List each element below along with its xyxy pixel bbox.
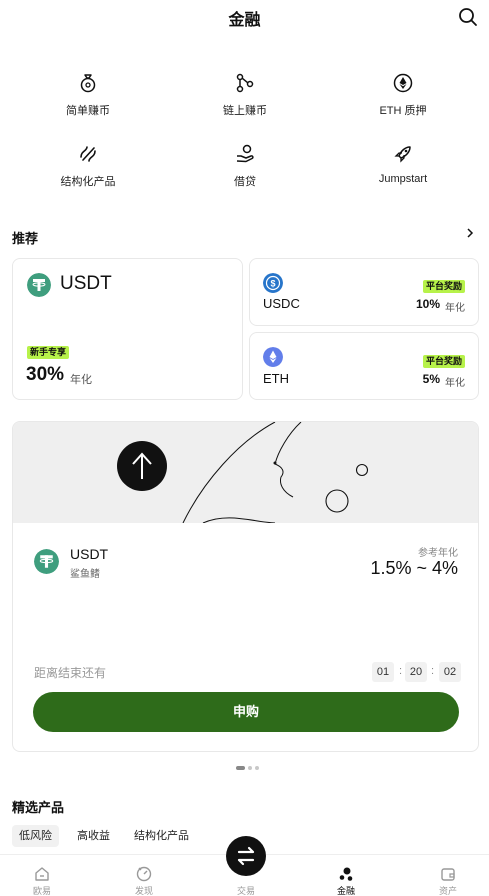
moneybag-icon: [80, 74, 96, 93]
trade-swap-icon: [237, 846, 255, 866]
nav-label: 发现: [134, 886, 153, 896]
recommend-card-usdt[interactable]: USDT 新手专享 30% 年化: [12, 258, 243, 400]
nav-home[interactable]: 欧易: [2, 855, 82, 896]
loan-hand-icon: [236, 144, 254, 163]
discover-icon: [136, 866, 152, 882]
coin-name: USDT: [60, 273, 112, 294]
apy-value: 30%: [26, 364, 65, 385]
subscribe-button[interactable]: 申购: [33, 692, 459, 732]
coin-name: USDC: [263, 296, 300, 311]
apy-value: 10%: [415, 297, 440, 311]
countdown-hours: 01: [372, 662, 394, 682]
page-title: 金融: [228, 12, 261, 29]
eth-coin-icon: [393, 73, 413, 93]
tab-high-yield[interactable]: 高收益: [70, 825, 117, 847]
menu-item-label: 链上赚币: [223, 105, 267, 117]
newbie-badge: 新手专享: [27, 346, 70, 359]
tab-structured[interactable]: 结构化产品: [127, 825, 196, 847]
product-type: 鲨鱼鳍: [70, 569, 100, 580]
structured-link-icon: [80, 146, 96, 162]
rate-range: 1.5% ~ 4%: [370, 558, 458, 578]
carousel-dot[interactable]: [248, 766, 252, 770]
menu-item-loan[interactable]: 借贷: [185, 143, 305, 189]
featured-header: 精选产品: [12, 797, 477, 816]
home-icon: [35, 867, 49, 881]
usdt-coin-icon: [27, 273, 51, 297]
svg-text:$: $: [270, 279, 275, 289]
eth-coin-icon: [263, 347, 283, 367]
nav-discover[interactable]: 发现: [104, 855, 184, 896]
coin-name: USDT: [70, 546, 109, 562]
apy-unit: 年化: [70, 374, 92, 386]
header: 金融: [0, 0, 489, 34]
menu-item-label: ETH 质押: [379, 105, 427, 117]
countdown-minutes: 20: [405, 662, 427, 682]
promo-card[interactable]: USDT 鲨鱼鳍 参考年化 1.5% ~ 4% 距离结束还有 01 : 20 :…: [12, 421, 479, 752]
nav-label: 欧易: [32, 886, 51, 896]
menu-item-simple-earn[interactable]: 简单赚币: [28, 72, 148, 118]
menu-item-label: 结构化产品: [60, 176, 116, 188]
chevron-right-icon[interactable]: [463, 226, 477, 240]
promo-banner: [13, 422, 478, 524]
trade-button[interactable]: [226, 836, 266, 876]
countdown-separator: :: [399, 665, 403, 677]
apy-unit: 年化: [445, 303, 465, 314]
countdown-label: 距离结束还有: [34, 666, 107, 680]
recommend-card-eth[interactable]: ETH 平台奖励 5% 年化: [249, 332, 479, 400]
recommend-header[interactable]: 推荐: [12, 228, 477, 247]
platform-reward-badge: 平台奖励: [422, 355, 465, 368]
countdown-seconds: 02: [439, 662, 461, 682]
nav-assets[interactable]: 资产: [408, 855, 488, 896]
menu-item-eth-staking[interactable]: ETH 质押: [343, 72, 463, 118]
wallet-icon: [441, 868, 455, 881]
banner-illustration: [117, 422, 369, 524]
usdc-coin-icon: $: [263, 273, 283, 293]
rocket-icon: [394, 146, 411, 163]
nav-label: 金融: [336, 886, 355, 896]
coin-name: ETH: [263, 371, 289, 386]
nav-label: 资产: [438, 886, 457, 896]
menu-item-label: 借贷: [234, 176, 256, 188]
recommend-card-usdc[interactable]: $ USDC 平台奖励 10% 年化: [249, 258, 479, 326]
nav-label: 交易: [236, 886, 255, 896]
rate-label: 参考年化: [418, 548, 458, 559]
platform-reward-badge: 平台奖励: [422, 280, 465, 293]
menu-item-label: Jumpstart: [378, 173, 428, 185]
countdown-separator: :: [431, 665, 435, 677]
menu-item-structured[interactable]: 结构化产品: [28, 143, 148, 189]
search-icon[interactable]: [457, 6, 479, 28]
carousel-dot[interactable]: [255, 766, 259, 770]
usdt-coin-icon: [34, 549, 59, 574]
menu-item-onchain-earn[interactable]: 链上赚币: [185, 72, 305, 118]
finance-dots-icon: [339, 867, 353, 881]
apy-value: 5%: [422, 372, 440, 386]
section-title: 精选产品: [12, 800, 65, 815]
apy-unit: 年化: [445, 378, 465, 389]
menu-item-jumpstart[interactable]: Jumpstart: [343, 143, 463, 185]
nav-finance[interactable]: 金融: [306, 855, 386, 896]
section-title: 推荐: [12, 231, 39, 246]
menu-item-label: 简单赚币: [66, 105, 110, 117]
carousel-dot-active[interactable]: [236, 766, 245, 770]
tab-low-risk[interactable]: 低风险: [12, 825, 59, 847]
chain-nodes-icon: [236, 73, 254, 93]
